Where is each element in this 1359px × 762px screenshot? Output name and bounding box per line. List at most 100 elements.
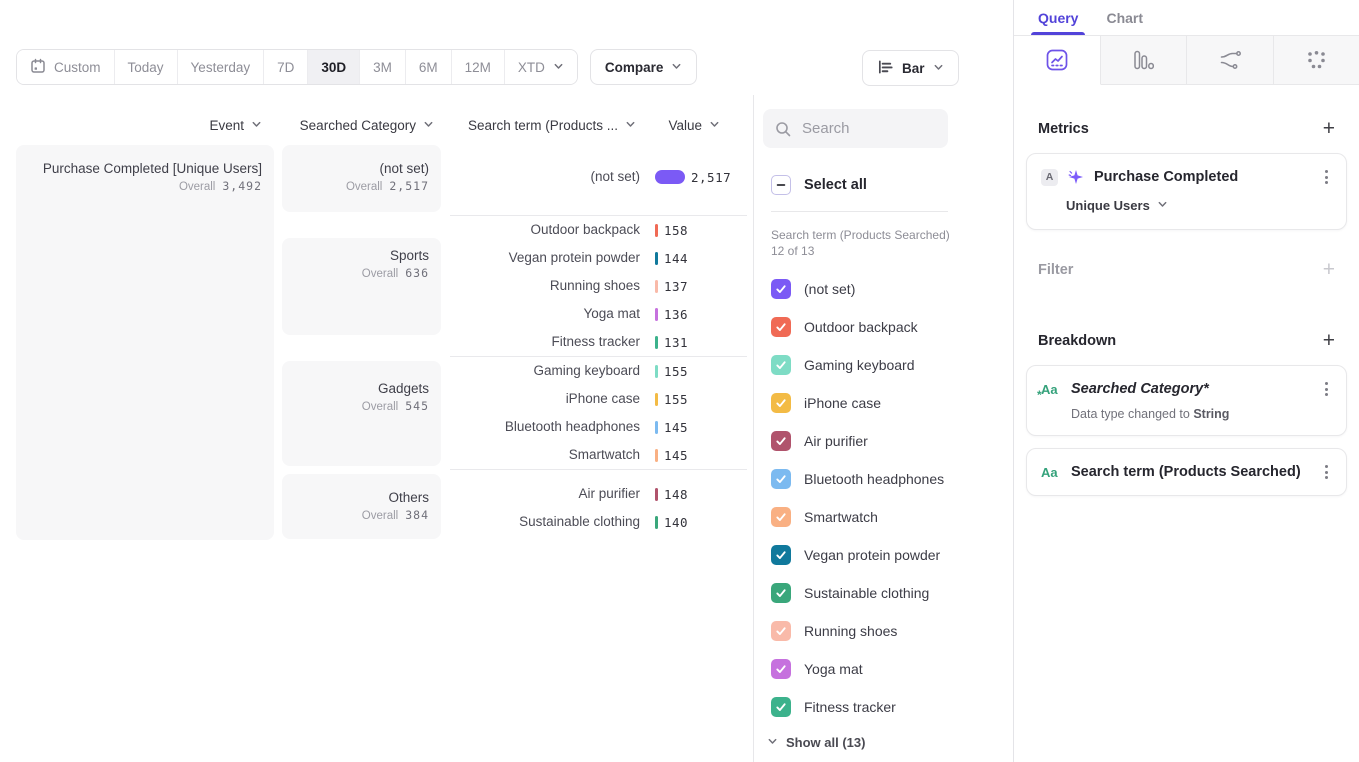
column-header-search-term[interactable]: Search term (Products ...	[450, 112, 636, 138]
date-range-3m[interactable]: 3M	[359, 50, 405, 84]
measure-selector[interactable]: Unique Users	[1066, 198, 1332, 213]
legend-checkbox[interactable]	[771, 431, 791, 451]
search-term-label: (not set)	[450, 169, 640, 184]
report-main-area: CustomTodayYesterday7D30D3M6M12M XTD Comp…	[0, 0, 1013, 762]
insights-chart-icon	[1046, 49, 1068, 71]
value-text: 158	[664, 223, 688, 238]
legend-checkbox[interactable]	[771, 545, 791, 565]
legend-item-label: Fitness tracker	[804, 699, 896, 715]
legend-item-smartwatch[interactable]: Smartwatch	[754, 498, 1013, 536]
legend-checkbox[interactable]	[771, 393, 791, 413]
legend-item-yoga-mat[interactable]: Yoga mat	[754, 650, 1013, 688]
legend-checkbox[interactable]	[771, 659, 791, 679]
search-icon	[775, 121, 791, 137]
measure-label: Unique Users	[1066, 198, 1150, 213]
tab-flows[interactable]	[1187, 36, 1274, 84]
overall-value: 545	[405, 399, 429, 413]
tab-funnels[interactable]	[1101, 36, 1188, 84]
legend-item-iphone-case[interactable]: iPhone case	[754, 384, 1013, 422]
date-range-6m[interactable]: 6M	[405, 50, 451, 84]
table-row: Gaming keyboard155	[450, 357, 750, 385]
legend-item-label: (not set)	[804, 281, 855, 297]
category-cell: OthersOverall384	[282, 474, 441, 539]
kebab-menu-icon[interactable]	[1321, 463, 1332, 481]
select-all-checkbox[interactable]	[771, 175, 791, 195]
chart-type-button[interactable]: Bar	[862, 50, 959, 86]
metric-card[interactable]: A Purchase Completed Unique Users	[1026, 153, 1347, 230]
kebab-menu-icon[interactable]	[1321, 380, 1332, 398]
date-range-12m[interactable]: 12M	[451, 50, 504, 84]
value-bar	[655, 224, 658, 237]
date-range-7d[interactable]: 7D	[263, 50, 307, 84]
date-range-today[interactable]: Today	[114, 50, 177, 84]
date-range-30d[interactable]: 30D	[307, 50, 359, 84]
legend-item-vegan-protein-powder[interactable]: Vegan protein powder	[754, 536, 1013, 574]
tab-label: Query	[1038, 10, 1078, 26]
value-text: 144	[664, 251, 688, 266]
tab-insights[interactable]	[1014, 36, 1101, 85]
legend-item-bluetooth-headphones[interactable]: Bluetooth headphones	[754, 460, 1013, 498]
value-bar	[655, 365, 658, 378]
column-header-searched-category[interactable]: Searched Category	[282, 112, 434, 138]
legend-checkbox[interactable]	[771, 583, 791, 603]
date-range-custom[interactable]: Custom	[17, 50, 114, 84]
legend-list-label: Search term (Products Searched) 12 of 13	[771, 227, 951, 259]
legend-item--not-set-[interactable]: (not set)	[754, 270, 1013, 308]
category-name: Sports	[282, 246, 429, 265]
value-bar	[655, 516, 658, 529]
search-input[interactable]	[800, 119, 944, 138]
chevron-down-icon	[553, 60, 564, 75]
category-cell: (not set)Overall2,517	[282, 145, 441, 212]
legend-checkbox[interactable]	[771, 507, 791, 527]
kebab-menu-icon[interactable]	[1321, 168, 1332, 186]
search-term-label: Smartwatch	[450, 447, 640, 462]
legend-item-label: Vegan protein powder	[804, 547, 940, 563]
legend-item-label: Air purifier	[804, 433, 868, 449]
legend-checkbox[interactable]	[771, 697, 791, 717]
value-text: 131	[664, 335, 688, 350]
legend-item-label: Outdoor backpack	[804, 319, 918, 335]
date-range-label: XTD	[518, 60, 545, 75]
date-range-yesterday[interactable]: Yesterday	[177, 50, 264, 84]
table-row: Outdoor backpack158	[450, 216, 750, 244]
legend-checkbox[interactable]	[771, 279, 791, 299]
column-header-value[interactable]: Value	[650, 112, 720, 138]
compare-button[interactable]: Compare	[590, 49, 698, 85]
metric-letter-badge: A	[1041, 169, 1058, 186]
breakdown-card-searched-category[interactable]: Aa* Searched Category* Data type changed…	[1026, 365, 1347, 436]
legend-item-gaming-keyboard[interactable]: Gaming keyboard	[754, 346, 1013, 384]
chevron-down-icon	[625, 118, 636, 133]
event-cell: Purchase Completed [Unique Users]Overall…	[16, 145, 274, 540]
show-all-toggle[interactable]: Show all (13)	[767, 735, 1013, 750]
chart-type-label: Bar	[902, 61, 925, 76]
legend-item-label: Running shoes	[804, 623, 897, 639]
legend-checkbox[interactable]	[771, 621, 791, 641]
add-breakdown-button[interactable]: +	[1323, 331, 1335, 351]
column-header-event[interactable]: Event	[16, 112, 262, 138]
legend-checkbox[interactable]	[771, 355, 791, 375]
breakdown-card-search-term[interactable]: Aa Search term (Products Searched)	[1026, 448, 1347, 496]
add-filter-button[interactable]: +	[1323, 260, 1335, 280]
breakdown-note: Data type changed to String	[1071, 407, 1332, 421]
date-range-xtd[interactable]: XTD	[504, 50, 577, 84]
add-metric-button[interactable]: +	[1323, 119, 1335, 139]
divider	[771, 211, 948, 212]
legend-item-running-shoes[interactable]: Running shoes	[754, 612, 1013, 650]
legend-checkbox[interactable]	[771, 469, 791, 489]
tab-query[interactable]: Query	[1038, 0, 1078, 35]
value-bar	[655, 449, 658, 462]
legend-checkbox[interactable]	[771, 317, 791, 337]
tab-chart[interactable]: Chart	[1106, 0, 1143, 35]
legend-item-outdoor-backpack[interactable]: Outdoor backpack	[754, 308, 1013, 346]
category-name: Gadgets	[282, 379, 429, 398]
select-all-row[interactable]: Select all	[771, 175, 1013, 195]
value-text: 136	[664, 307, 688, 322]
legend-item-fitness-tracker[interactable]: Fitness tracker	[754, 688, 1013, 726]
tab-retention[interactable]	[1274, 36, 1359, 84]
legend-item-label: Bluetooth headphones	[804, 471, 944, 487]
value-bar	[655, 308, 658, 321]
legend-item-sustainable-clothing[interactable]: Sustainable clothing	[754, 574, 1013, 612]
value-bar	[655, 393, 658, 406]
search-term-label: Gaming keyboard	[450, 363, 640, 378]
legend-item-air-purifier[interactable]: Air purifier	[754, 422, 1013, 460]
